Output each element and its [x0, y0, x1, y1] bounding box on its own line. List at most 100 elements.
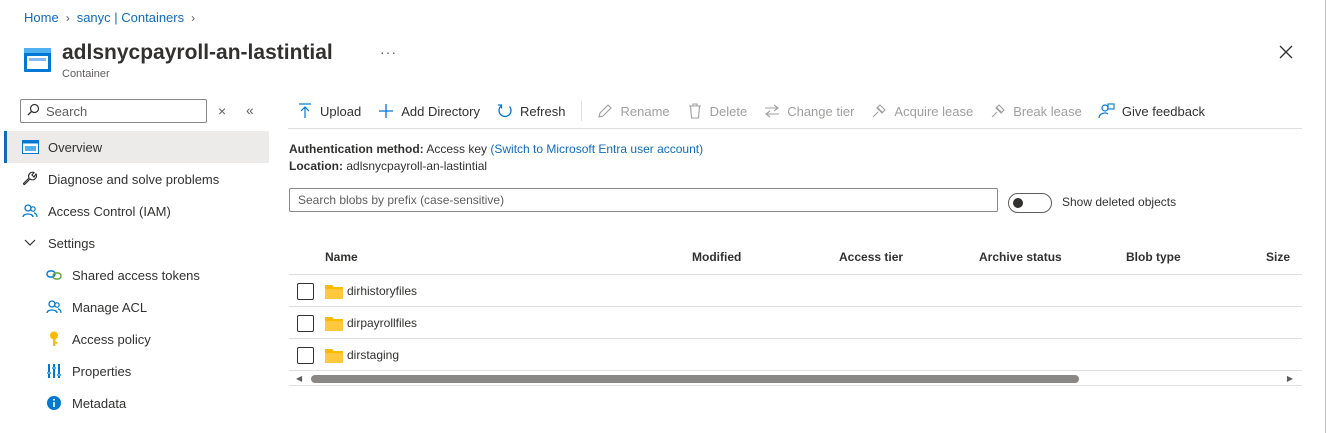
show-deleted-toggle[interactable] — [1008, 193, 1052, 213]
plus-icon — [377, 102, 395, 120]
auth-method-label: Authentication method: — [289, 142, 424, 156]
rename-icon — [596, 102, 614, 120]
add-directory-button[interactable]: Add Directory — [377, 102, 480, 120]
location-value: adlsnycpayroll-an-lastintial — [346, 159, 488, 173]
column-header-blob-type[interactable]: Blob type — [1126, 250, 1181, 264]
switch-auth-link[interactable]: (Switch to Microsoft Entra user account) — [490, 142, 703, 156]
add-directory-label: Add Directory — [401, 103, 480, 119]
breadcrumb-containers[interactable]: sanyc | Containers — [77, 10, 184, 25]
blob-prefix-search-input[interactable]: Search blobs by prefix (case-sensitive) — [289, 188, 998, 212]
nav-item-label: Access Control (IAM) — [48, 203, 171, 219]
change-tier-button[interactable]: Change tier — [763, 102, 854, 120]
horizontal-scrollbar[interactable]: ◀ ▶ — [289, 370, 1302, 386]
nav-item-overview[interactable]: Overview — [4, 131, 269, 163]
more-options-icon[interactable]: ··· — [380, 44, 397, 60]
info-icon — [44, 393, 64, 413]
scroll-left-icon[interactable]: ◀ — [296, 374, 302, 383]
acquire-lease-label: Acquire lease — [894, 103, 974, 119]
upload-icon — [296, 102, 314, 120]
toolbar-divider — [581, 101, 583, 121]
nav-item-diagnose[interactable]: Diagnose and solve problems — [4, 163, 269, 195]
wrench-icon — [20, 169, 40, 189]
link-icon — [44, 265, 64, 285]
show-deleted-label: Show deleted objects — [1062, 195, 1177, 209]
nav-item-label: Diagnose and solve problems — [48, 171, 220, 187]
rename-button[interactable]: Rename — [596, 102, 670, 120]
row-name[interactable]: dirhistoryfiles — [347, 284, 417, 298]
trash-icon — [686, 102, 704, 120]
refresh-label: Refresh — [519, 103, 566, 119]
key-icon — [44, 329, 64, 349]
column-header-access-tier[interactable]: Access tier — [839, 250, 903, 264]
row-name[interactable]: dirpayrollfiles — [347, 316, 417, 330]
nav-item-settings[interactable]: Settings — [4, 227, 269, 259]
command-bar: Upload Add Directory Refresh Rename Dele… — [296, 99, 1221, 123]
give-feedback-button[interactable]: Give feedback — [1098, 102, 1205, 120]
scroll-right-icon[interactable]: ▶ — [1287, 374, 1293, 383]
toggle-knob — [1013, 198, 1023, 208]
feedback-icon — [1098, 102, 1116, 120]
column-header-modified[interactable]: Modified — [692, 250, 741, 264]
auth-method-line: Authentication method: Access key (Switc… — [289, 141, 703, 158]
folder-icon — [325, 284, 343, 302]
change-tier-label: Change tier — [787, 103, 855, 119]
nav-item-access-control[interactable]: Access Control (IAM) — [4, 195, 269, 227]
nav-item-label: Manage ACL — [72, 299, 148, 315]
page-title: adlsnycpayroll-an-lastintial — [62, 41, 333, 64]
people-icon — [20, 201, 40, 221]
rename-label: Rename — [620, 103, 670, 119]
clear-search-icon[interactable]: × — [218, 103, 226, 119]
column-header-size[interactable]: Size — [1266, 250, 1290, 264]
table-row[interactable]: dirhistoryfiles — [289, 274, 1302, 306]
search-icon — [27, 103, 40, 119]
row-name[interactable]: dirstaging — [347, 348, 399, 362]
location-label: Location: — [289, 159, 343, 173]
refresh-icon — [496, 102, 514, 120]
nav-search-input[interactable]: Search — [20, 99, 207, 123]
row-checkbox[interactable] — [297, 315, 314, 332]
left-nav: Overview Diagnose and solve problems Acc… — [4, 131, 269, 419]
page-subtitle: Container — [62, 68, 110, 80]
overview-icon — [20, 137, 40, 157]
nav-item-label: Overview — [48, 139, 103, 155]
nav-item-access-policy[interactable]: Access policy — [4, 323, 269, 355]
upload-label: Upload — [320, 103, 362, 119]
properties-icon — [44, 361, 64, 381]
container-info: Authentication method: Access key (Switc… — [289, 141, 703, 175]
breadcrumb-home[interactable]: Home — [24, 10, 59, 25]
delete-label: Delete — [709, 103, 748, 119]
row-checkbox[interactable] — [297, 347, 314, 364]
chevron-right-icon: › — [65, 10, 70, 25]
acquire-lease-button[interactable]: Acquire lease — [870, 102, 973, 120]
refresh-button[interactable]: Refresh — [496, 102, 566, 120]
nav-item-properties[interactable]: Properties — [4, 355, 269, 387]
column-header-name[interactable]: Name — [325, 250, 358, 264]
scrollbar-thumb[interactable] — [311, 375, 1079, 383]
nav-item-label: Settings — [48, 235, 95, 251]
close-icon[interactable] — [1278, 44, 1294, 60]
table-row[interactable]: dirstaging — [289, 338, 1302, 370]
collapse-nav-icon[interactable]: « — [246, 102, 254, 118]
break-lease-button[interactable]: Break lease — [989, 102, 1082, 120]
delete-button[interactable]: Delete — [686, 102, 748, 120]
chevron-right-icon: › — [191, 10, 196, 25]
toolbar-divider-line — [288, 128, 1302, 129]
nav-item-label: Metadata — [72, 395, 127, 411]
row-checkbox[interactable] — [297, 283, 314, 300]
break-lease-icon — [989, 102, 1007, 120]
nav-item-shared-access-tokens[interactable]: Shared access tokens — [4, 259, 269, 291]
chevron-down-icon — [20, 233, 40, 253]
give-feedback-label: Give feedback — [1121, 103, 1205, 119]
column-header-archive-status[interactable]: Archive status — [979, 250, 1062, 264]
folder-icon — [325, 316, 343, 334]
nav-item-metadata[interactable]: Metadata — [4, 387, 269, 419]
location-line: Location: adlsnycpayroll-an-lastintial — [289, 158, 703, 175]
table-row[interactable]: dirpayrollfiles — [289, 306, 1302, 338]
page-header: adlsnycpayroll-an-lastintial Container — [24, 40, 333, 80]
nav-item-manage-acl[interactable]: Manage ACL — [4, 291, 269, 323]
container-icon — [24, 48, 51, 72]
people-icon — [44, 297, 64, 317]
nav-item-label: Access policy — [72, 331, 151, 347]
upload-button[interactable]: Upload — [296, 102, 361, 120]
nav-search-placeholder: Search — [46, 103, 88, 119]
